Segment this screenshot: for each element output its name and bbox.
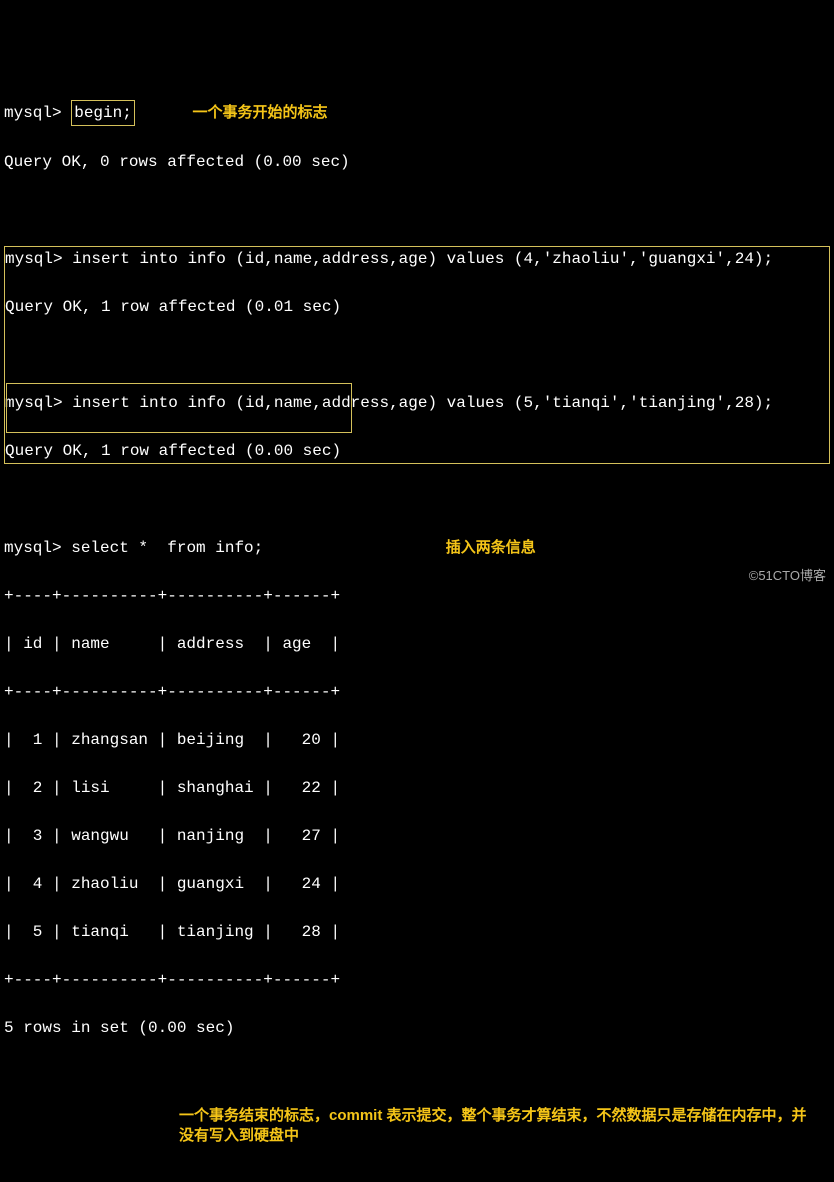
annotation-insert: 插入两条信息 <box>446 539 536 556</box>
begin-command-highlight: begin; <box>71 100 135 126</box>
line-select: mysql> select * from info; 插入两条信息 <box>4 536 830 560</box>
line-insert2: mysql> insert into info (id,name,address… <box>5 391 829 415</box>
response-insert1: Query OK, 1 row affected (0.01 sec) <box>5 295 829 319</box>
insert-block-highlight: mysql> insert into info (id,name,address… <box>4 246 830 464</box>
blank-2 <box>5 343 829 367</box>
table-border-mid: +----+----------+----------+------+ <box>4 680 830 704</box>
table-footer: 5 rows in set (0.00 sec) <box>4 1016 830 1040</box>
table-row: | 2 | lisi | shanghai | 22 | <box>4 776 830 800</box>
table-row: | 5 | tianqi | tianjing | 28 | <box>4 920 830 944</box>
response-begin: Query OK, 0 rows affected (0.00 sec) <box>4 150 830 174</box>
watermark: ©51CTO博客 <box>749 566 826 586</box>
table-header: | id | name | address | age | <box>4 632 830 656</box>
table-row: | 3 | wangwu | nanjing | 27 | <box>4 824 830 848</box>
table-row: | 4 | zhaoliu | guangxi | 24 | <box>4 872 830 896</box>
annotation-begin: 一个事务开始的标志 <box>192 104 327 121</box>
line-insert1: mysql> insert into info (id,name,address… <box>5 247 829 271</box>
annotation-commit: 一个事务结束的标志，commit 表示提交，整个事务才算结束，不然数据只是存储在… <box>179 1106 819 1145</box>
insert2-command: insert into info (id,name,address,age) v… <box>72 394 773 412</box>
mysql-prompt: mysql> <box>5 250 63 268</box>
mysql-prompt: mysql> <box>4 104 62 122</box>
insert1-command: insert into info (id,name,address,age) v… <box>72 250 773 268</box>
mysql-prompt: mysql> <box>5 394 63 412</box>
begin-command: begin; <box>74 104 132 122</box>
table-border-bottom: +----+----------+----------+------+ <box>4 968 830 992</box>
line-begin: mysql> begin; 一个事务开始的标志 <box>4 100 830 126</box>
response-insert2: Query OK, 1 row affected (0.00 sec) <box>5 439 829 463</box>
select-command: select * from info; <box>71 539 263 557</box>
mysql-prompt: mysql> <box>4 539 62 557</box>
blank-1 <box>4 198 830 222</box>
table-border-top: +----+----------+----------+------+ <box>4 584 830 608</box>
table-row: | 1 | zhangsan | beijing | 20 | <box>4 728 830 752</box>
blank-4 <box>4 1064 830 1088</box>
blank-3 <box>4 488 830 512</box>
